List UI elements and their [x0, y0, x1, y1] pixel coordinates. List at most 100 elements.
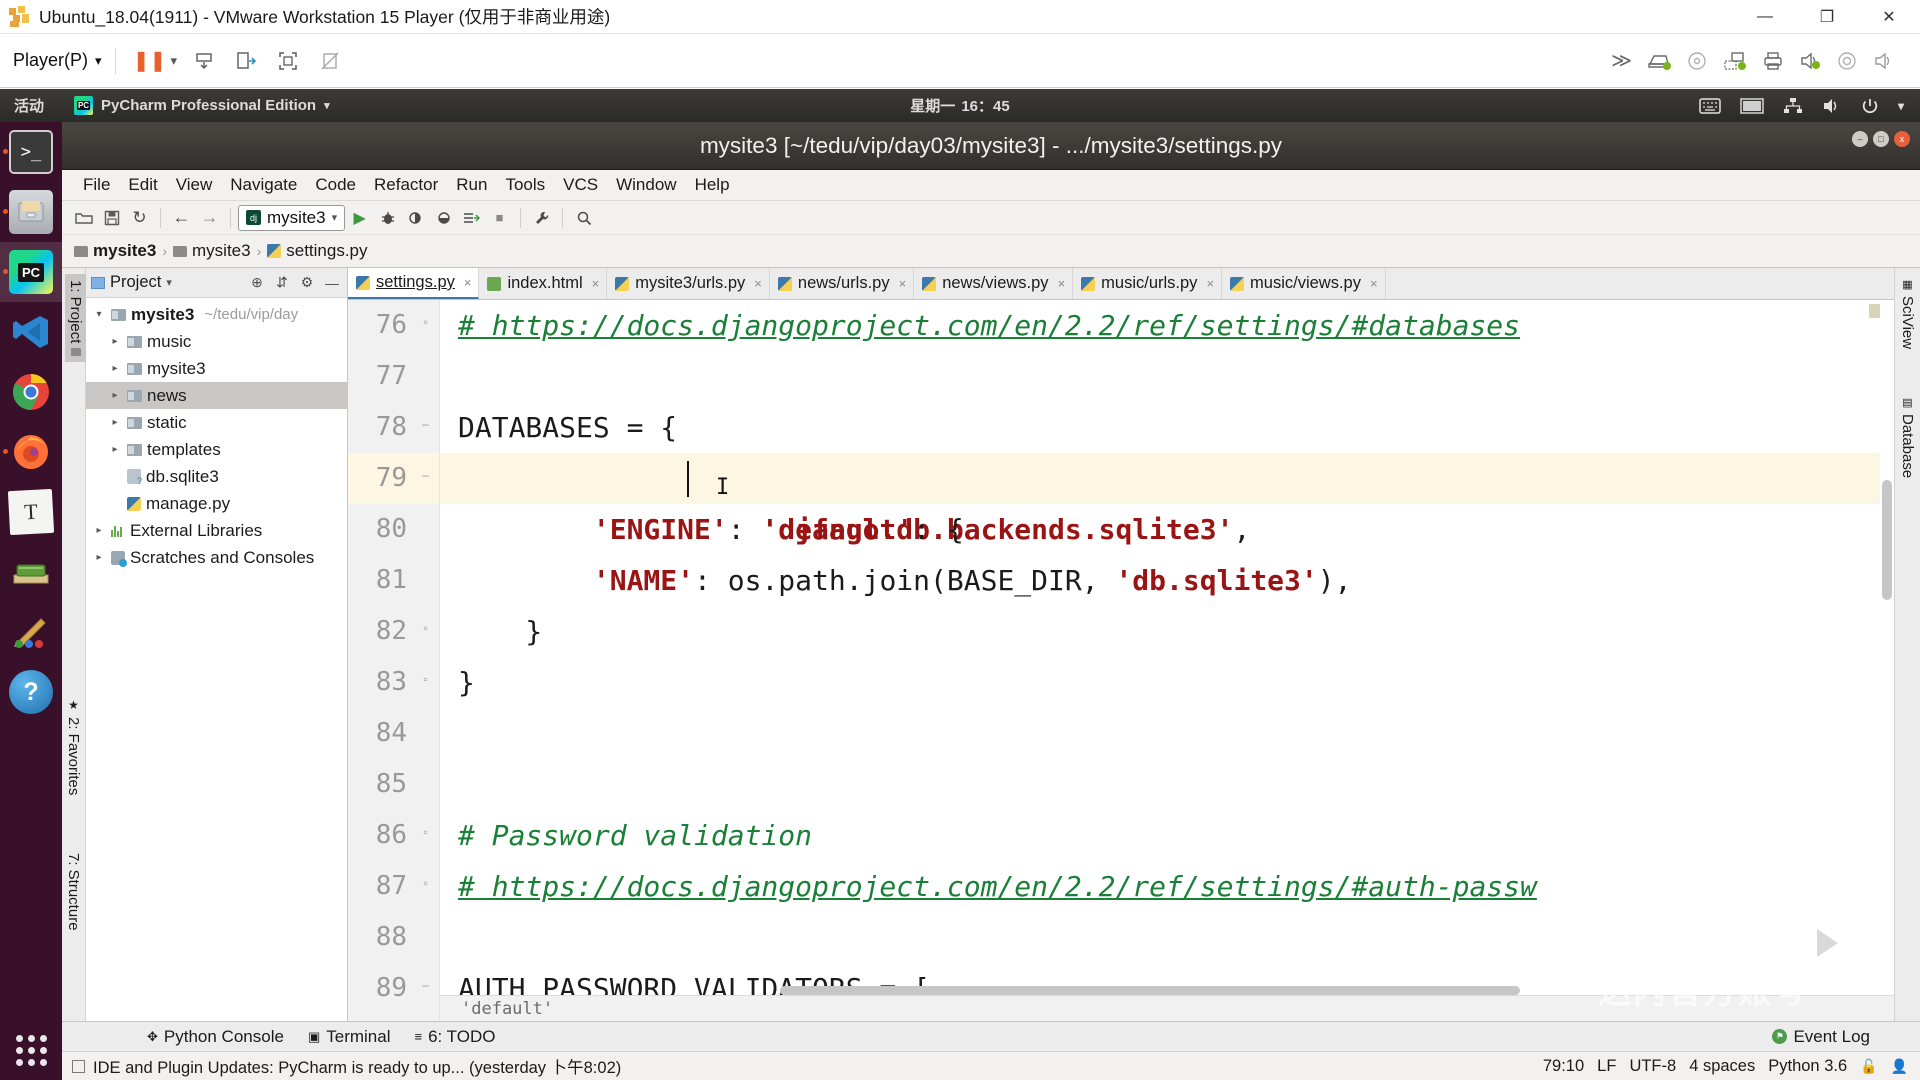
vmware-minimize-button[interactable]: — [1734, 0, 1796, 34]
expand-arrow-icon[interactable]: ▸ [108, 444, 122, 455]
tab-news-views-py[interactable]: news/views.py × [914, 268, 1074, 299]
dock-item-chrome[interactable] [0, 362, 62, 422]
line-separator[interactable]: LF [1597, 1057, 1616, 1076]
gnome-clock[interactable]: 星期一 16：45 [910, 95, 1009, 116]
chevron-down-icon[interactable]: ▾ [1898, 99, 1904, 113]
hard-disk-icon[interactable] [1646, 50, 1672, 72]
close-icon[interactable]: × [899, 276, 907, 291]
settings-wrench-icon[interactable] [528, 205, 555, 231]
speaker-icon[interactable] [1872, 50, 1894, 72]
fold-marker-icon[interactable]: – [418, 467, 433, 482]
tree-node-templates[interactable]: ▸ templates [86, 436, 347, 463]
run-configuration-selector[interactable]: dj mysite3 ▾ [238, 204, 346, 231]
tab-news-urls-py[interactable]: news/urls.py × [769, 268, 915, 299]
fold-marker-icon[interactable]: – [418, 977, 433, 992]
dock-item-help[interactable] [0, 542, 62, 602]
close-icon[interactable]: × [1370, 276, 1378, 291]
tab-mysite3-urls-py[interactable]: mysite3/urls.py × [607, 268, 770, 299]
notification-icon[interactable] [72, 1059, 85, 1073]
tab-index-html[interactable]: index.html × [479, 268, 608, 299]
usb-icon[interactable] [1836, 50, 1858, 72]
expand-arrow-icon[interactable]: ▾ [92, 309, 106, 320]
pycharm-close-button[interactable]: x [1894, 131, 1910, 147]
debug-icon[interactable] [374, 205, 401, 231]
lock-icon[interactable]: 🔓 [1860, 1058, 1877, 1075]
fold-marker-icon[interactable]: ▫ [418, 824, 433, 839]
stretch-guest-icon[interactable] [313, 45, 347, 77]
tree-node-external-libraries[interactable]: ▸ External Libraries [86, 517, 347, 544]
stop-icon[interactable]: ■ [486, 205, 513, 231]
menu-run[interactable]: Run [447, 173, 496, 197]
pycharm-minimize-button[interactable]: – [1852, 131, 1868, 147]
tab-music-views-py[interactable]: music/views.py × [1222, 268, 1386, 299]
menu-refactor[interactable]: Refactor [365, 173, 447, 197]
status-message[interactable]: IDE and Plugin Updates: PyCharm is ready… [93, 1054, 621, 1078]
tab-settings-py[interactable]: settings.py × [348, 268, 480, 299]
expand-arrow-icon[interactable]: ▸ [92, 525, 106, 536]
pause-icon[interactable]: ❚❚ [133, 45, 167, 77]
search-everywhere-icon[interactable] [570, 205, 597, 231]
pycharm-maximize-button[interactable]: □ [1873, 131, 1889, 147]
onscreen-keyboard-icon[interactable] [1699, 97, 1721, 115]
tree-node-mysite3[interactable]: ▾ mysite3 ~/tedu/vip/day [86, 301, 347, 328]
close-icon[interactable]: × [1058, 276, 1066, 291]
tree-node-scratches[interactable]: ▸ Scratches and Consoles [86, 544, 347, 571]
rail-project[interactable]: 1: Project [65, 274, 86, 363]
fold-marker-icon[interactable]: ▫ [418, 620, 433, 635]
fold-marker-icon[interactable]: ▫ [418, 671, 433, 686]
close-icon[interactable]: × [464, 275, 472, 290]
dock-item-amazon[interactable]: ? [0, 662, 62, 722]
sync-icon[interactable]: ↻ [126, 205, 153, 231]
editor-horizontal-scrollbar[interactable] [440, 986, 1880, 995]
gear-icon[interactable]: ⚙ [297, 273, 317, 293]
dock-item-firefox[interactable] [0, 422, 62, 482]
player-menu-button[interactable]: Player(P) ▾ [13, 50, 102, 71]
fold-marker-icon[interactable]: – [418, 416, 433, 431]
event-log-button[interactable]: ⚑ Event Log [1772, 1027, 1870, 1047]
menu-tools[interactable]: Tools [496, 173, 554, 197]
vmware-close-button[interactable]: ✕ [1858, 0, 1920, 34]
menu-vcs[interactable]: VCS [554, 173, 607, 197]
tree-node-db-sqlite3[interactable]: db.sqlite3 [86, 463, 347, 490]
dock-item-pycharm[interactable]: PC [0, 242, 62, 302]
menu-window[interactable]: Window [607, 173, 685, 197]
send-ctrl-alt-del-icon[interactable] [187, 45, 221, 77]
collapse-all-icon[interactable]: ⇵ [272, 273, 292, 293]
dock-item-files[interactable] [0, 182, 62, 242]
breadcrumb-mysite3-pkg[interactable]: mysite3 [173, 241, 251, 261]
vmware-restore-button[interactable]: ❐ [1796, 0, 1858, 34]
activities-button[interactable]: 活动 [14, 95, 44, 116]
hector-icon[interactable]: 👤 [1891, 1058, 1908, 1075]
tool-tab-python-console[interactable]: ✥ Python Console [147, 1027, 284, 1047]
tree-node-mysite3-pkg[interactable]: ▸ mysite3 [86, 355, 347, 382]
chevron-down-icon[interactable]: ▾ [166, 276, 172, 289]
network-icon[interactable] [1783, 97, 1803, 115]
rail-sciview[interactable]: ▦ SciView [1899, 278, 1916, 349]
tab-music-urls-py[interactable]: music/urls.py × [1073, 268, 1223, 299]
back-icon[interactable]: ← [168, 205, 195, 231]
menu-help[interactable]: Help [686, 173, 739, 197]
menu-view[interactable]: View [167, 173, 222, 197]
scrollbar-thumb[interactable] [1882, 480, 1892, 600]
input-method-icon[interactable] [1740, 97, 1764, 114]
full-screen-icon[interactable] [271, 45, 305, 77]
file-encoding[interactable]: UTF-8 [1629, 1057, 1676, 1076]
hide-panel-icon[interactable]: — [322, 273, 342, 293]
expand-arrow-icon[interactable]: ▸ [108, 390, 122, 401]
app-indicator[interactable]: PC PyCharm Professional Edition ▾ [74, 96, 330, 115]
tree-node-manage-py[interactable]: manage.py [86, 490, 347, 517]
tree-node-static[interactable]: ▸ static [86, 409, 347, 436]
rail-database[interactable]: ▤ Database [1899, 396, 1916, 478]
scrollbar-thumb[interactable] [780, 986, 1520, 995]
tree-node-news[interactable]: ▸ news [86, 382, 347, 409]
open-project-icon[interactable] [70, 205, 97, 231]
locate-file-icon[interactable]: ⊕ [247, 273, 267, 293]
run-icon[interactable]: ▶ [346, 205, 373, 231]
dock-item-text-editor[interactable]: T [0, 482, 62, 542]
rail-structure[interactable]: 7: Structure [65, 853, 82, 931]
indent-setting[interactable]: 4 spaces [1689, 1057, 1755, 1076]
save-all-icon[interactable] [98, 205, 125, 231]
python-interpreter[interactable]: Python 3.6 [1768, 1057, 1847, 1076]
close-icon[interactable]: × [1206, 276, 1214, 291]
expand-arrow-icon[interactable]: ▸ [108, 417, 122, 428]
